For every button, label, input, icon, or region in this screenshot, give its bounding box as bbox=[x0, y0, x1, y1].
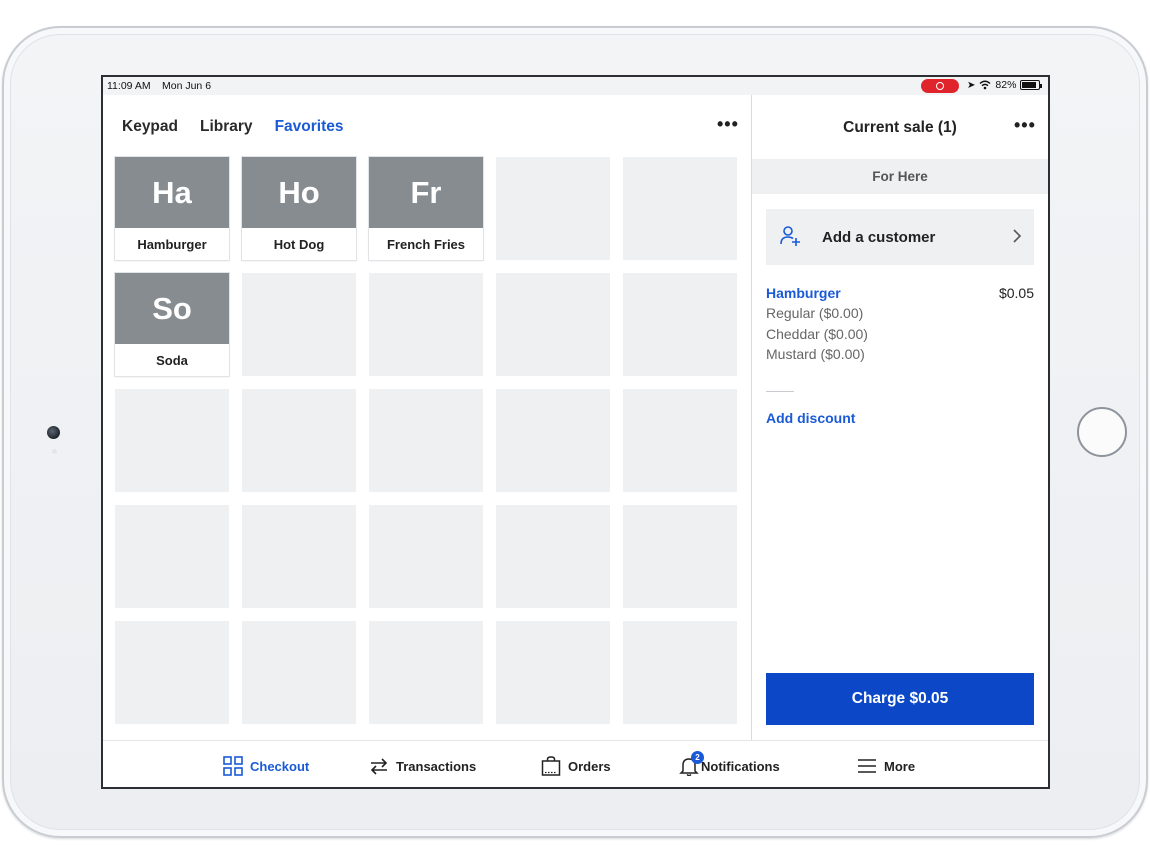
status-bar: 11:09 AM Mon Jun 6 ➤ 82% bbox=[103, 77, 1048, 95]
camera-icon bbox=[47, 426, 60, 439]
tile-abbreviation: Fr bbox=[369, 157, 483, 228]
empty-tile[interactable] bbox=[623, 273, 737, 376]
screen-recording-icon[interactable] bbox=[921, 79, 959, 93]
grid-icon bbox=[223, 756, 243, 776]
dining-option-button[interactable]: For Here bbox=[752, 159, 1048, 194]
nav-more-label: More bbox=[884, 758, 916, 774]
chevron-right-icon bbox=[1013, 229, 1022, 243]
nav-transactions-label: Transactions bbox=[396, 758, 477, 774]
nav-checkout-label: Checkout bbox=[250, 758, 310, 774]
tile-name: French Fries bbox=[386, 236, 466, 252]
empty-tile[interactable] bbox=[242, 389, 356, 492]
line-item-modifier: Regular ($0.00) bbox=[766, 305, 864, 321]
empty-tile[interactable] bbox=[115, 621, 229, 724]
tile-abbreviation: So bbox=[115, 273, 229, 344]
empty-tile[interactable] bbox=[369, 389, 483, 492]
favorite-tile-hamburger[interactable]: Ha Hamburger bbox=[115, 157, 229, 260]
empty-tile[interactable] bbox=[623, 389, 737, 492]
add-discount-link[interactable]: Add discount bbox=[766, 410, 855, 426]
status-date: Mon Jun 6 bbox=[162, 80, 212, 92]
cart-line-item[interactable]: Hamburger $0.05 Regular ($0.00) Cheddar … bbox=[766, 285, 1034, 363]
bottom-navigation: Checkout Transactions Orders 2 Notificat… bbox=[103, 740, 1048, 787]
empty-tile[interactable] bbox=[496, 273, 610, 376]
empty-tile[interactable] bbox=[369, 621, 483, 724]
cart-panel: Current sale (1) ••• For Here Add a cust… bbox=[752, 95, 1048, 740]
tile-abbreviation: Ho bbox=[242, 157, 356, 228]
add-customer-label: Add a customer bbox=[822, 229, 936, 246]
empty-tile[interactable] bbox=[115, 505, 229, 608]
nav-notifications[interactable]: 2 Notifications bbox=[679, 741, 780, 787]
wifi-icon bbox=[979, 80, 991, 90]
battery-percent: 82% bbox=[995, 79, 1017, 91]
favorite-tile-soda[interactable]: So Soda bbox=[115, 273, 229, 376]
tile-abbreviation: Ha bbox=[115, 157, 229, 228]
empty-tile[interactable] bbox=[369, 505, 483, 608]
hamburger-menu-icon bbox=[858, 759, 876, 773]
tab-library[interactable]: Library bbox=[200, 118, 253, 136]
empty-tile[interactable] bbox=[369, 273, 483, 376]
tile-name: Hot Dog bbox=[273, 236, 325, 252]
charge-button[interactable]: Charge $0.05 bbox=[766, 673, 1034, 725]
line-item-modifier: Cheddar ($0.00) bbox=[766, 325, 868, 342]
empty-tile[interactable] bbox=[496, 389, 610, 492]
notification-badge: 2 bbox=[691, 751, 704, 764]
cart-title: Current sale (1) bbox=[843, 119, 957, 136]
favorites-grid: Ha Hamburger Ho Hot Dog Fr French Fries … bbox=[115, 157, 737, 724]
nav-more[interactable]: More bbox=[857, 741, 916, 787]
empty-tile[interactable] bbox=[242, 621, 356, 724]
empty-tile[interactable] bbox=[623, 157, 737, 260]
battery-icon bbox=[1020, 80, 1043, 90]
screen: 11:09 AM Mon Jun 6 ➤ 82% Keypad Library … bbox=[101, 75, 1050, 789]
items-panel: Keypad Library Favorites ••• Ha Hamburge… bbox=[103, 95, 751, 740]
nav-orders-label: Orders bbox=[568, 758, 611, 774]
empty-tile[interactable] bbox=[242, 273, 356, 376]
tab-favorites[interactable]: Favorites bbox=[275, 118, 344, 136]
favorite-tile-hot-dog[interactable]: Ho Hot Dog bbox=[242, 157, 356, 260]
status-indicators: ➤ 82% bbox=[967, 79, 1043, 91]
line-item-modifier: Mustard ($0.00) bbox=[766, 346, 865, 362]
empty-tile[interactable] bbox=[496, 621, 610, 724]
nav-transactions[interactable]: Transactions bbox=[369, 741, 477, 787]
location-arrow-icon: ➤ bbox=[967, 79, 976, 91]
empty-tile[interactable] bbox=[115, 389, 229, 492]
nav-orders[interactable]: Orders bbox=[541, 741, 611, 787]
add-customer-button[interactable]: Add a customer bbox=[766, 209, 1034, 265]
empty-tile[interactable] bbox=[623, 621, 737, 724]
line-item-separator bbox=[766, 391, 794, 392]
empty-tile[interactable] bbox=[496, 157, 610, 260]
person-plus-icon bbox=[780, 226, 800, 246]
line-item-name[interactable]: Hamburger bbox=[766, 285, 1034, 301]
line-item-price: $0.05 bbox=[998, 285, 1034, 301]
sensor-dot bbox=[52, 449, 57, 454]
tile-name: Hamburger bbox=[137, 236, 207, 252]
status-time: 11:09 AM bbox=[107, 80, 151, 92]
shopping-bag-icon bbox=[541, 756, 561, 776]
tab-keypad[interactable]: Keypad bbox=[122, 118, 178, 136]
tile-name: Soda bbox=[156, 352, 188, 368]
items-more-icon[interactable]: ••• bbox=[717, 115, 739, 133]
swap-arrows-icon bbox=[370, 758, 388, 775]
nav-checkout[interactable]: Checkout bbox=[223, 741, 310, 787]
bell-icon: 2 bbox=[679, 751, 704, 777]
empty-tile[interactable] bbox=[623, 505, 737, 608]
favorite-tile-french-fries[interactable]: Fr French Fries bbox=[369, 157, 483, 260]
home-button[interactable] bbox=[1077, 407, 1127, 457]
item-tabs: Keypad Library Favorites bbox=[122, 118, 343, 136]
empty-tile[interactable] bbox=[496, 505, 610, 608]
nav-notifications-label: Notifications bbox=[701, 758, 780, 774]
empty-tile[interactable] bbox=[242, 505, 356, 608]
cart-more-icon[interactable]: ••• bbox=[1014, 116, 1036, 134]
